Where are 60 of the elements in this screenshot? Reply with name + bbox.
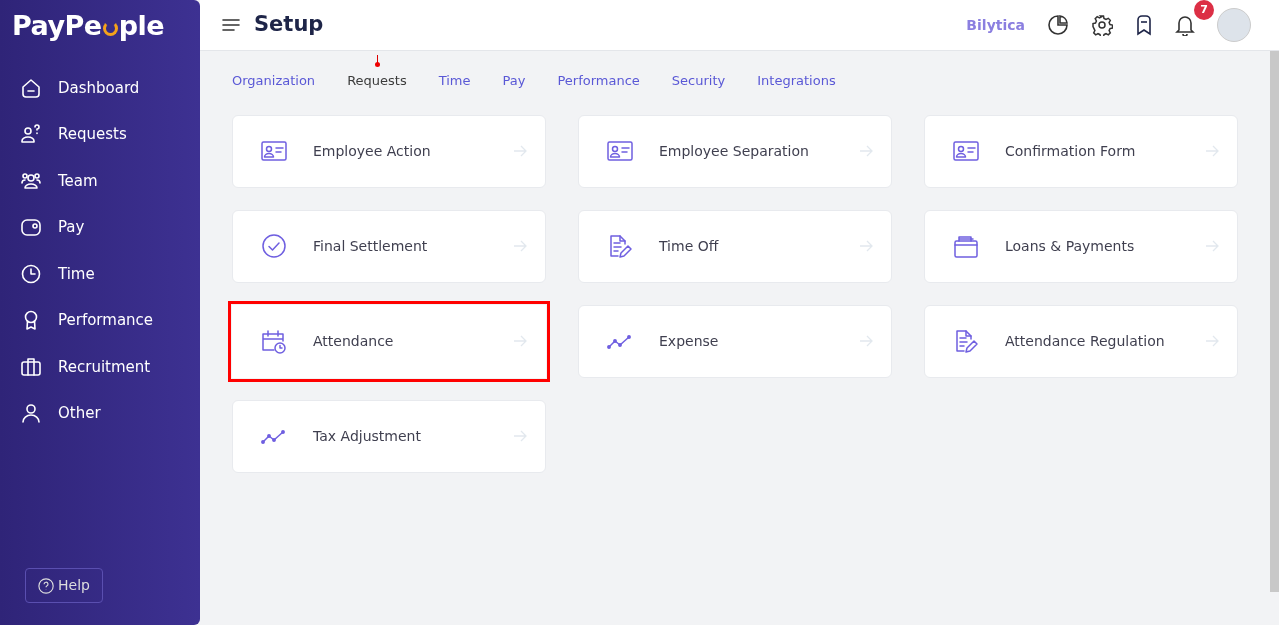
sidebar-item[interactable]: Performance bbox=[20, 309, 200, 332]
clock-icon bbox=[20, 262, 42, 285]
notification-count: 7 bbox=[1194, 0, 1214, 20]
tab[interactable]: Pay bbox=[494, 69, 534, 93]
sidebar-item[interactable]: Other bbox=[20, 402, 200, 425]
person-icon bbox=[20, 402, 42, 425]
request-type-card[interactable]: Confirmation Form bbox=[924, 114, 1238, 188]
arrow-right-icon bbox=[513, 240, 527, 252]
tab[interactable]: Integrations bbox=[749, 69, 844, 93]
settings-icon[interactable] bbox=[1091, 14, 1113, 36]
arrow-right-icon bbox=[859, 335, 873, 347]
arrow-right-icon bbox=[859, 145, 873, 157]
arrow-right-icon bbox=[513, 145, 527, 157]
tab[interactable]: Organization bbox=[224, 69, 324, 93]
request-type-card[interactable]: Attendance Regulation bbox=[924, 304, 1238, 378]
sidebar-item[interactable]: Requests bbox=[20, 123, 200, 146]
request-type-card[interactable]: Tax Adjustment bbox=[232, 399, 546, 473]
tab[interactable]: Performance bbox=[549, 69, 648, 93]
request-type-card[interactable]: Final Settlement bbox=[232, 209, 546, 283]
request-type-card[interactable]: Loans & Payments bbox=[924, 209, 1238, 283]
arrow-right-icon bbox=[1205, 335, 1219, 347]
pie-chart-icon[interactable] bbox=[1047, 14, 1069, 36]
request-type-card[interactable]: Employee Separation bbox=[578, 114, 892, 188]
tab[interactable]: Time bbox=[430, 69, 479, 93]
menu-icon[interactable] bbox=[222, 18, 240, 32]
check-circle-icon bbox=[261, 233, 287, 259]
briefcase-icon bbox=[20, 355, 42, 378]
arrow-right-icon bbox=[513, 335, 527, 347]
arrow-right-icon bbox=[859, 240, 873, 252]
tab[interactable]: Security bbox=[663, 69, 734, 93]
document-pen-icon bbox=[953, 328, 979, 354]
request-type-card[interactable]: Expense bbox=[578, 304, 892, 378]
sidebar-item[interactable]: Dashboard bbox=[20, 76, 200, 99]
sidebar-item[interactable]: Pay bbox=[20, 216, 200, 239]
arrow-right-icon bbox=[1205, 145, 1219, 157]
wallet-icon bbox=[20, 216, 42, 239]
home-icon bbox=[20, 76, 42, 99]
help-button[interactable]: Help bbox=[25, 568, 103, 603]
bookmark-icon[interactable] bbox=[1135, 14, 1153, 36]
sidebar-item[interactable]: Recruitment bbox=[20, 355, 200, 378]
id-card-icon bbox=[261, 138, 287, 164]
arrow-right-icon bbox=[513, 430, 527, 442]
request-type-card[interactable]: Time Off bbox=[578, 209, 892, 283]
request-type-card[interactable]: Employee Action bbox=[232, 114, 546, 188]
tab[interactable]: Requests bbox=[339, 69, 415, 93]
notification-bell-icon[interactable] bbox=[1175, 14, 1195, 36]
id-card-icon bbox=[953, 138, 979, 164]
sidebar-item[interactable]: Time bbox=[20, 262, 200, 285]
person-question-icon bbox=[20, 123, 42, 146]
sidebar-item[interactable]: Team bbox=[20, 169, 200, 192]
active-indicator bbox=[374, 55, 380, 67]
scrollbar[interactable] bbox=[1270, 51, 1279, 592]
arrow-right-icon bbox=[1205, 240, 1219, 252]
id-card-icon bbox=[607, 138, 633, 164]
help-icon bbox=[38, 576, 55, 595]
page-title: Setup bbox=[254, 12, 324, 38]
document-pen-icon bbox=[607, 233, 633, 259]
folder-icon bbox=[953, 233, 979, 259]
calendar-clock-icon bbox=[261, 328, 287, 354]
app-logo: PayPe ple bbox=[11, 9, 165, 43]
